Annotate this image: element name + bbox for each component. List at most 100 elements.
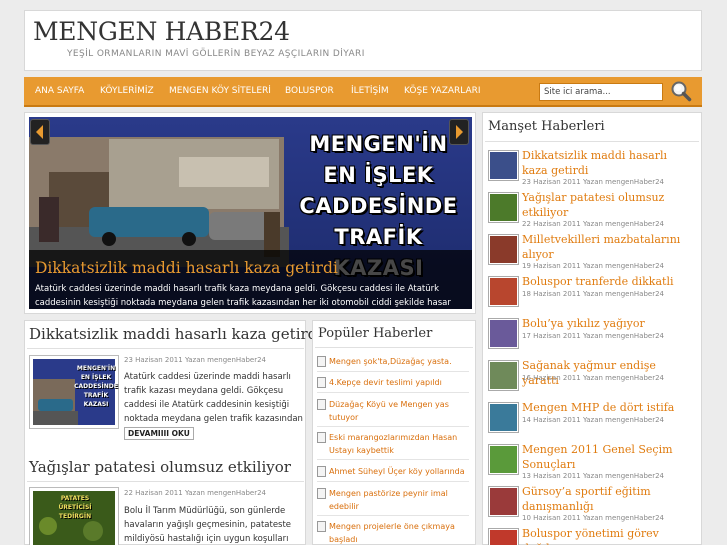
document-icon — [317, 488, 326, 499]
slide-headline-line: EN İŞLEK — [323, 163, 434, 187]
popular-item-link[interactable]: Mengen pastörize peynir imal edebilir — [329, 487, 469, 513]
article-title[interactable]: Yağışlar patatesi olumsuz etkiliyor — [29, 458, 291, 476]
manset-thumbnail[interactable] — [488, 360, 519, 391]
popular-item[interactable]: Eski marangozlarımızdan Hasan Ustayı kay… — [317, 431, 469, 460]
popular-item-link[interactable]: Eski marangozlarımızdan Hasan Ustayı kay… — [329, 431, 469, 457]
popular-item[interactable]: 4.Kepçe devir teslimi yapıldı — [317, 376, 469, 393]
manset-item-title[interactable]: Boluspor tranferde dikkatli — [522, 274, 692, 289]
slide-headline-line: MENGEN'İN — [309, 132, 448, 156]
document-icon — [317, 432, 326, 443]
manset-item[interactable]: Bolu’ya yıkılız yağıyor 17 Hazisan 2011 Y… — [488, 316, 695, 358]
manset-item[interactable]: Milletvekilleri mazbatalarını alıyor 19 H… — [488, 232, 695, 274]
manset-item-title[interactable]: Mengen MHP de dört istifa — [522, 400, 692, 415]
manset-item[interactable]: Yağışlar patatesi olumsuz etkiliyor 22 Ha… — [488, 190, 695, 232]
popular-news: Popüler Haberler Mengen şok'ta,Düzağaç y… — [312, 320, 476, 545]
manset-thumbnail[interactable] — [488, 486, 519, 517]
site-title[interactable]: MENGEN HABER24 — [33, 17, 290, 46]
manset-thumbnail-image — [490, 278, 517, 305]
article-title[interactable]: Dikkatsizlik maddi hasarlı kaza getirdi — [29, 325, 322, 343]
manset-thumbnail[interactable] — [488, 192, 519, 223]
slide-image[interactable]: MENGEN'İN EN İŞLEK CADDESİNDE TRAFİK KAZ… — [29, 117, 472, 309]
slider-prev-button[interactable] — [30, 119, 50, 145]
manset-thumbnail-image — [490, 320, 517, 347]
divider — [27, 481, 304, 482]
manset-thumbnail[interactable] — [488, 402, 519, 433]
nav-item-iletisim[interactable]: İLETİŞİM — [351, 86, 389, 96]
popular-item[interactable]: Mengen şok'ta,Düzağaç yasta. — [317, 355, 469, 372]
manset-item-meta: 13 Hazisan 2011 Yazan mengenHaber24 — [522, 472, 665, 480]
manset-item[interactable]: Sağanak yağmur endişe yarattı 16 Hazisan … — [488, 358, 695, 400]
article-thumbnail[interactable]: MENGEN'İN EN İŞLEK CADDESİNDE TRAFİK KAZ… — [29, 355, 119, 429]
manset-item-title[interactable]: Milletvekilleri mazbatalarını alıyor — [522, 232, 692, 262]
divider — [485, 141, 699, 142]
thumbnail-headline-line: PATATES — [60, 495, 90, 502]
popular-item[interactable]: Ahmet Süheyl Üçer köy yollarında — [317, 465, 469, 482]
manset-item-meta: 22 Hazisan 2011 Yazan mengenHaber24 — [522, 220, 665, 228]
manset-item-meta: 10 Hazisan 2011 Yazan mengenHaber24 — [522, 514, 665, 522]
article-list: Dikkatsizlik maddi hasarlı kaza getirdi … — [24, 320, 322, 545]
popular-item[interactable]: Düzağaç Köyü ve Mengen yas tutuyor — [317, 398, 469, 427]
nav-item-koylerimiz[interactable]: KÖYLERİMİZ — [100, 86, 154, 96]
thumbnail-headline-line: TEDİRGİN — [58, 513, 92, 520]
manset-item[interactable]: Mengen 2011 Genel Seçim Sonuçları 13 Hazi… — [488, 442, 695, 484]
nav-item-boluspor[interactable]: BOLUSPOR — [285, 86, 334, 96]
chevron-right-icon — [456, 125, 463, 139]
popular-item-link[interactable]: Düzağaç Köyü ve Mengen yas tutuyor — [329, 398, 469, 424]
manset-heading: Manşet Haberleri — [488, 119, 605, 134]
manset-item-meta: 19 Hazisan 2011 Yazan mengenHaber24 — [522, 262, 665, 270]
manset-thumbnail-image — [490, 152, 517, 179]
manset-item-title[interactable]: Sağanak yağmur endişe yarattı — [522, 358, 692, 388]
manset-item[interactable]: Boluspor yönetimi görev dağılımı — [488, 526, 695, 545]
thumbnail-headline-line: TRAFİK KAZASI — [83, 392, 109, 408]
main-navigation: ANA SAYFA KÖYLERİMİZ MENGEN KÖY SİTELERİ… — [24, 77, 702, 107]
manset-thumbnail-image — [490, 404, 517, 431]
manset-thumbnail[interactable] — [488, 150, 519, 181]
popular-item-link[interactable]: Mengen projelerle öne çıkmaya başladı — [329, 520, 469, 545]
thumbnail-headline-line: EN İŞLEK — [80, 374, 112, 381]
manset-thumbnail-image — [490, 362, 517, 389]
slide-title[interactable]: Dikkatsizlik maddi hasarlı kaza getirdi — [35, 259, 338, 277]
manset-thumbnail[interactable] — [488, 234, 519, 265]
popular-item[interactable]: Mengen projelerle öne çıkmaya başladı — [317, 520, 469, 545]
popular-item-link[interactable]: 4.Kepçe devir teslimi yapıldı — [329, 376, 469, 389]
slider-next-button[interactable] — [449, 119, 469, 145]
manset-item-title[interactable]: Bolu’ya yıkılız yağıyor — [522, 316, 692, 331]
document-icon — [317, 399, 326, 410]
manset-item[interactable]: Mengen MHP de dört istifa 14 Hazisan 2011… — [488, 400, 695, 442]
manset-item-title[interactable]: Mengen 2011 Genel Seçim Sonuçları — [522, 442, 692, 472]
search-button[interactable] — [670, 80, 692, 102]
manset-thumbnail[interactable] — [488, 528, 519, 545]
manset-item[interactable]: Dikkatsizlik maddi hasarlı kaza getirdi 2… — [488, 148, 695, 190]
manset-thumbnail[interactable] — [488, 276, 519, 307]
manset-item[interactable]: Boluspor tranferde dikkatli 18 Hazisan 20… — [488, 274, 695, 316]
manset-news: Manşet Haberleri Dikkatsizlik maddi hasa… — [482, 112, 702, 545]
manset-thumbnail[interactable] — [488, 444, 519, 475]
popular-item-link[interactable]: Ahmet Süheyl Üçer köy yollarında — [329, 465, 469, 478]
site-header: MENGEN HABER24 YEŞİL ORMANLARIN MAVİ GÖL… — [24, 10, 702, 71]
document-icon — [317, 356, 326, 367]
popular-item[interactable]: Mengen pastörize peynir imal edebilir — [317, 487, 469, 516]
manset-thumbnail[interactable] — [488, 318, 519, 349]
manset-item-title[interactable]: Dikkatsizlik maddi hasarlı kaza getirdi — [522, 148, 692, 178]
manset-item-title[interactable]: Boluspor yönetimi görev dağılımı — [522, 526, 692, 545]
manset-item-meta: 23 Hazisan 2011 Yazan mengenHaber24 — [522, 178, 665, 186]
manset-item-meta: 14 Hazisan 2011 Yazan mengenHaber24 — [522, 416, 665, 424]
read-more-button[interactable]: DEVAMIIII OKU — [124, 427, 194, 440]
document-icon — [317, 377, 326, 388]
slide-text: Atatürk caddesi üzerinde maddi hasarlı t… — [35, 284, 451, 308]
thumbnail-headline-line: MENGEN'İN — [76, 365, 116, 372]
manset-item[interactable]: Gürsoy’a sportif eğitim danışmanlığı 10 H… — [488, 484, 695, 526]
manset-item-title[interactable]: Yağışlar patatesi olumsuz etkiliyor — [522, 190, 692, 220]
search-input[interactable] — [539, 83, 663, 101]
manset-thumbnail-image — [490, 194, 517, 221]
article-thumbnail[interactable]: PATATES ÜRETİCİSİ TEDİRGİN — [29, 487, 119, 545]
thumbnail-headline-line: ÜRETİCİSİ — [58, 504, 92, 511]
nav-item-mengen-koy-siteleri[interactable]: MENGEN KÖY SİTELERİ — [169, 86, 271, 96]
manset-thumbnail-image — [490, 530, 517, 545]
manset-thumbnail-image — [490, 446, 517, 473]
manset-item-title[interactable]: Gürsoy’a sportif eğitim danışmanlığı — [522, 484, 692, 514]
article-meta: 22 Hazisan 2011 Yazan mengenHaber24 — [124, 489, 267, 497]
nav-item-kose-yazarlari[interactable]: KÖŞE YAZARLARI — [404, 86, 481, 96]
popular-item-link[interactable]: Mengen şok'ta,Düzağaç yasta. — [329, 355, 469, 368]
nav-item-ana-sayfa[interactable]: ANA SAYFA — [35, 86, 84, 96]
